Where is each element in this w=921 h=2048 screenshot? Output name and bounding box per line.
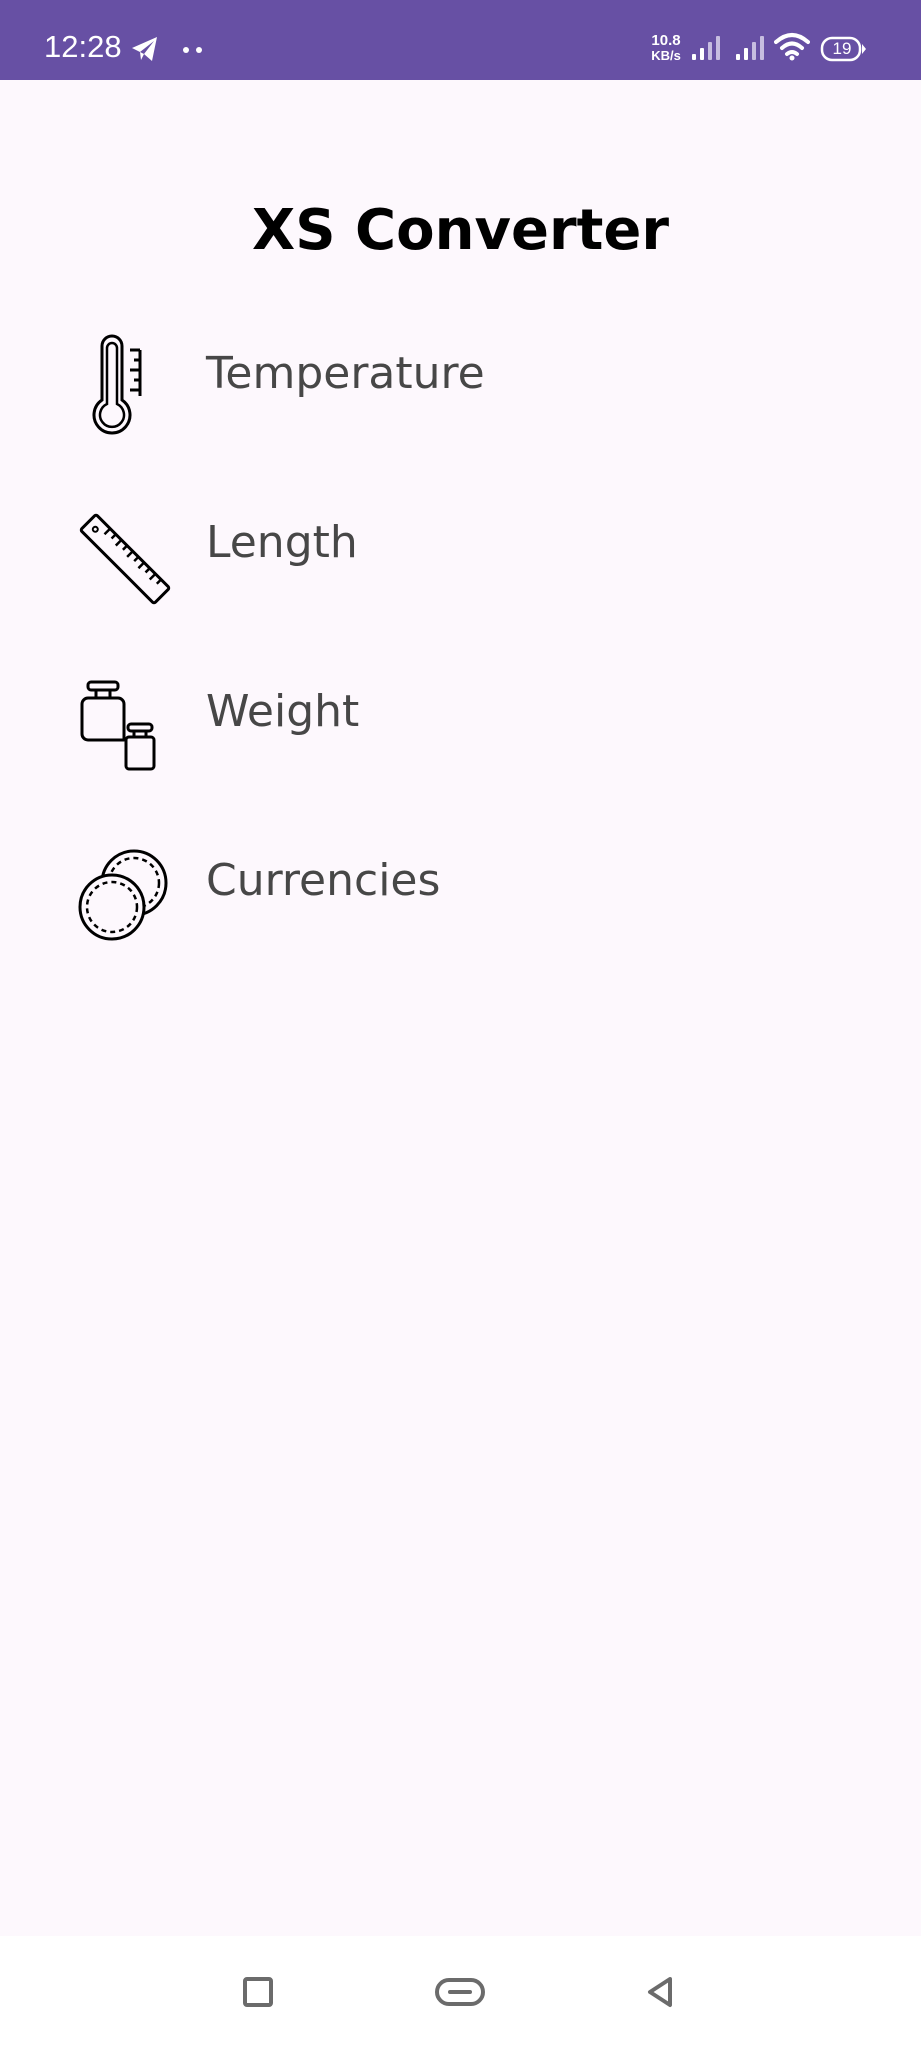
ruler-icon	[79, 513, 171, 605]
network-speed: 10.8 KB/s	[646, 33, 686, 63]
battery-level: 19	[832, 39, 852, 58]
screen: 12:28 10.8 KB/s 19 XS Converter Temperat…	[0, 0, 921, 2048]
recents-button[interactable]	[240, 1974, 276, 2010]
wifi-icon	[774, 33, 810, 61]
weights-icon	[80, 680, 156, 771]
menu-item-label: Length	[206, 517, 358, 568]
menu-item-label: Weight	[206, 686, 360, 737]
network-speed-value: 10.8	[651, 32, 681, 49]
menu-item-temperature[interactable]: Temperature	[60, 334, 860, 454]
menu-item-length[interactable]: Length	[60, 503, 860, 623]
network-speed-unit: KB/s	[651, 48, 681, 63]
home-button[interactable]	[434, 1974, 486, 2010]
signal-icon	[736, 36, 764, 60]
menu-item-label: Temperature	[206, 348, 485, 399]
menu-item-label: Currencies	[206, 855, 441, 906]
page-title: XS Converter	[252, 198, 669, 263]
dots-icon	[183, 47, 202, 53]
signal-icon	[692, 36, 720, 60]
thermometer-icon	[92, 334, 142, 435]
telegram-icon	[132, 37, 157, 61]
status-bar: 12:28 10.8 KB/s 19	[0, 0, 921, 80]
status-time: 12:28	[44, 29, 122, 64]
coins-icon	[78, 849, 168, 941]
menu-item-currencies[interactable]: Currencies	[60, 841, 860, 961]
back-button[interactable]	[644, 1974, 676, 2010]
menu-item-weight[interactable]: Weight	[60, 672, 860, 792]
